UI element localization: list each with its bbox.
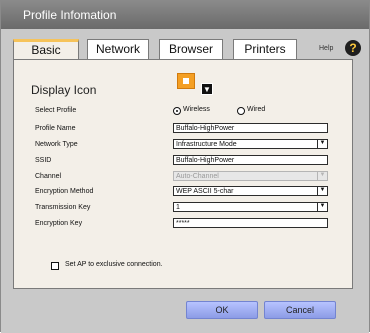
window-titlebar: Profile Infomation (1, 1, 369, 29)
display-icon-label: Display Icon (31, 83, 97, 97)
select-profile-label: Select Profile (35, 107, 77, 114)
tab-network-label: Network (95, 42, 140, 56)
network-type-value: Infrastructure Mode (176, 141, 237, 148)
tab-bar: Basic Network Browser Printers Help ? (13, 39, 361, 59)
encryption-key-label: Encryption Key (35, 220, 83, 227)
tab-network[interactable]: Network (87, 39, 149, 59)
window-title: Profile Infomation (23, 8, 117, 22)
encryption-key-input[interactable]: ***** (173, 218, 328, 228)
transmission-key-select[interactable]: 1 ▼ (173, 202, 328, 212)
channel-select: Auto-Channel ▼ (173, 171, 328, 181)
encryption-key-value: ***** (176, 220, 190, 227)
ok-button[interactable]: OK (186, 301, 258, 319)
channel-label: Channel (35, 173, 62, 180)
tab-browser[interactable]: Browser (159, 39, 223, 59)
ssid-value: Buffalo-HighPower (176, 157, 235, 164)
encryption-method-select[interactable]: WEP ASCII 5-char ▼ (173, 186, 328, 196)
encryption-method-label: Encryption Method (35, 188, 94, 195)
chevron-down-icon[interactable]: ▼ (317, 140, 327, 148)
chevron-down-icon[interactable]: ▼ (317, 187, 327, 195)
profile-name-value: Buffalo-HighPower (176, 125, 235, 132)
tab-printers[interactable]: Printers (233, 39, 297, 59)
exclusive-connection-label: Set AP to exclusive connection. (65, 261, 163, 268)
network-type-select[interactable]: Infrastructure Mode ▼ (173, 139, 328, 149)
encryption-method-value: WEP ASCII 5-char (176, 188, 234, 195)
profile-name-label: Profile Name (35, 125, 76, 132)
display-icon-dropdown-button[interactable]: ▼ (201, 83, 213, 95)
tab-basic[interactable]: Basic (13, 39, 79, 59)
radio-wired-label: Wired (247, 106, 266, 113)
chevron-down-icon[interactable]: ▼ (317, 203, 327, 211)
transmission-key-label: Transmission Key (35, 204, 91, 211)
profile-name-input[interactable]: Buffalo-HighPower (173, 123, 328, 133)
tab-browser-label: Browser (168, 42, 213, 56)
cancel-button[interactable]: Cancel (264, 301, 336, 319)
exclusive-connection-checkbox[interactable] (51, 262, 59, 270)
network-type-label: Network Type (35, 141, 78, 148)
ssid-label: SSID (35, 157, 52, 164)
house-icon[interactable] (177, 73, 195, 89)
transmission-key-value: 1 (176, 204, 180, 211)
help-icon[interactable]: ? (345, 40, 361, 56)
radio-wired[interactable] (237, 107, 245, 115)
tab-printers-label: Printers (244, 42, 286, 56)
chevron-down-icon: ▼ (317, 172, 327, 180)
channel-value: Auto-Channel (176, 173, 219, 180)
profile-information-window: Profile Infomation Basic Network Browser… (0, 0, 370, 333)
help-label: Help (319, 45, 334, 52)
tab-basic-label: Basic (31, 43, 61, 57)
radio-wireless-label: Wireless (183, 106, 210, 113)
ssid-input[interactable]: Buffalo-HighPower (173, 155, 328, 165)
radio-wireless[interactable] (173, 107, 181, 115)
chevron-down-icon: ▼ (203, 85, 211, 94)
